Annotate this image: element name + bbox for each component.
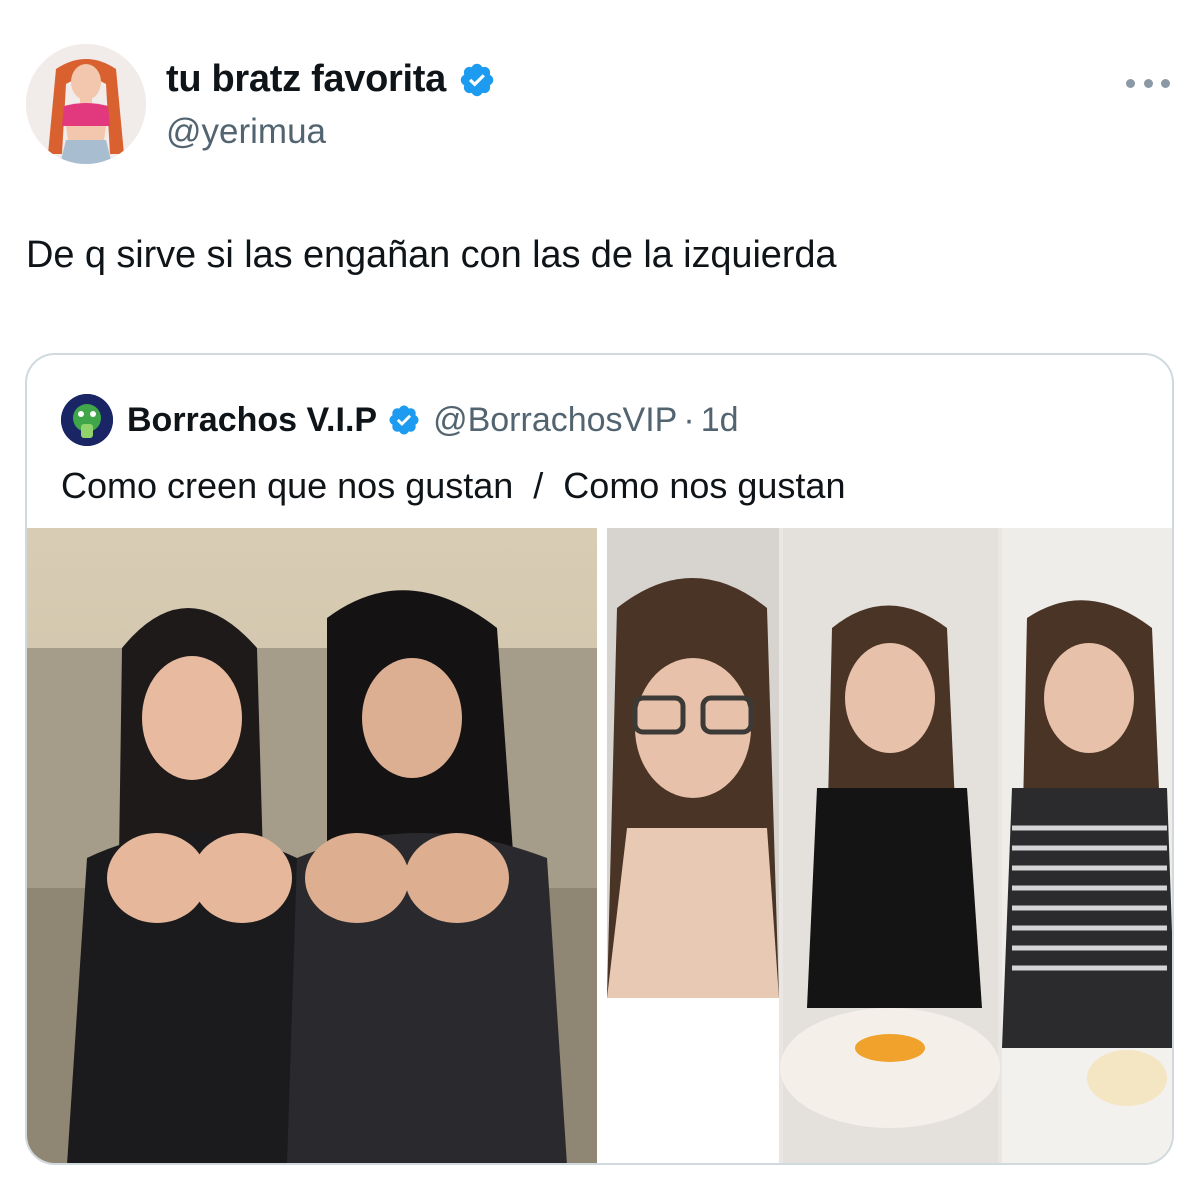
photo-collage-woman-cooking xyxy=(607,528,1172,1163)
quoted-separator: · xyxy=(683,400,695,439)
quoted-handle[interactable]: @BorrachosVIP xyxy=(433,401,677,440)
quoted-tweet-text: Como creen que nos gustan / Como nos gus… xyxy=(61,465,846,506)
author-name-row: tu bratz favorita xyxy=(166,58,496,101)
quoted-display-name[interactable]: Borrachos V.I.P xyxy=(127,401,377,440)
author-display-name[interactable]: tu bratz favorita xyxy=(166,58,446,101)
quoted-verified-badge-icon xyxy=(389,405,419,435)
quoted-timestamp[interactable]: 1d xyxy=(701,401,739,440)
quoted-media-grid xyxy=(27,528,1172,1163)
quoted-avatar-image xyxy=(61,394,113,446)
media-photo-left[interactable] xyxy=(27,528,597,1163)
verified-badge-icon xyxy=(460,63,494,96)
photo-two-women-on-couch xyxy=(27,528,597,1163)
quoted-tweet-header: Borrachos V.I.P @BorrachosVIP · 1d xyxy=(61,393,739,447)
quoted-tweet[interactable]: Borrachos V.I.P @BorrachosVIP · 1d Como … xyxy=(25,353,1174,1165)
more-options-icon[interactable] xyxy=(1126,68,1170,98)
avatar-image xyxy=(26,44,146,164)
media-photo-right[interactable] xyxy=(607,528,1172,1163)
tweet: tu bratz favorita @yerimua De q sirve si… xyxy=(0,0,1200,1199)
author-avatar[interactable] xyxy=(26,44,146,164)
quoted-author-avatar[interactable] xyxy=(61,394,113,446)
tweet-text: De q sirve si las engañan con las de la … xyxy=(26,234,837,276)
author-handle[interactable]: @yerimua xyxy=(166,112,326,152)
